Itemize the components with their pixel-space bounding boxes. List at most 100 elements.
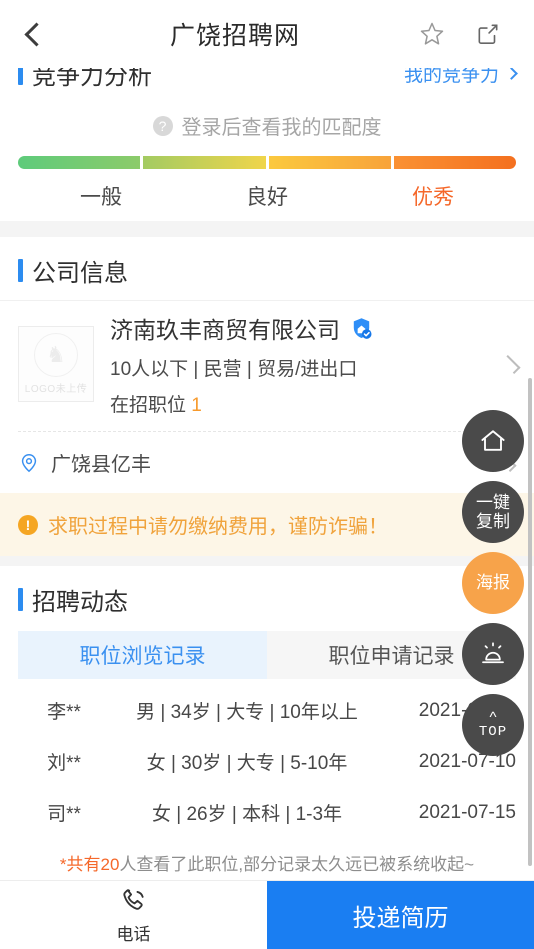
tab-browse-records[interactable]: 职位浏览记录 — [18, 631, 267, 679]
company-title-wrap: 公司信息 — [18, 253, 516, 288]
bottom-action-bar: 电话 投递简历 — [0, 880, 534, 949]
share-button[interactable] — [460, 0, 516, 68]
header-actions — [404, 0, 534, 68]
section-divider — [0, 556, 534, 566]
match-hint-row: ? 登录后查看我的匹配度 — [0, 97, 534, 152]
record-info: 男 | 34岁 | 大专 | 10年以上 — [136, 702, 358, 723]
fab-back-to-top-button[interactable]: ^ TOP — [462, 694, 524, 756]
fraud-warning-text: 求职过程中请勿缴纳费用，谨防诈骗！ — [48, 516, 388, 538]
phone-call-icon — [122, 889, 144, 910]
app-screen: 广饶招聘网 竞争力分析 我的竞争力 ? 登录后查看我的匹配度 一般 良好 优秀 … — [0, 0, 534, 949]
company-details: 济南玖丰商贸有限公司 10人以下 | 民营 | 贸易/进出口 在招职位 1 — [110, 311, 502, 417]
alert-circle-icon: ! — [18, 514, 38, 535]
home-icon — [481, 430, 505, 451]
chevron-right-icon — [505, 68, 518, 80]
company-open-jobs: 在招职位 1 — [110, 390, 502, 417]
footnote-count: 20 — [100, 855, 120, 874]
record-name: 李** — [47, 702, 81, 723]
company-logo-placeholder: ♞ LOGO未上传 — [18, 326, 94, 402]
recruitment-dynamics-card: 招聘动态 职位浏览记录 职位申请记录 李** 男 | 34岁 | 大专 | 10… — [0, 566, 534, 880]
fab-copy-labels: 一键 复制 — [476, 493, 510, 531]
star-outline-icon — [420, 22, 444, 45]
back-button[interactable] — [0, 0, 66, 68]
fraud-warning-banner: ! 求职过程中请勿缴纳费用，谨防诈骗！ — [0, 493, 534, 556]
phone-button[interactable]: 电话 — [0, 881, 267, 949]
gradient-segment-2 — [143, 156, 266, 169]
dynamics-tabs: 职位浏览记录 职位申请记录 — [18, 631, 516, 679]
competitiveness-card: 竞争力分析 我的竞争力 ? 登录后查看我的匹配度 一般 良好 优秀 — [0, 68, 534, 221]
section-divider — [0, 221, 534, 237]
logo-emblem-icon: ♞ — [34, 333, 78, 377]
accent-bar — [18, 68, 23, 85]
gradient-segment-1 — [18, 156, 141, 169]
company-section-header: 公司信息 — [0, 237, 534, 300]
fab-poster-label: 海报 — [476, 573, 510, 593]
alarm-light-icon — [482, 642, 504, 664]
company-address: 广饶县亿丰 — [51, 454, 151, 476]
table-row: 刘** 女 | 30岁 | 大专 | 5-10年 2021-07-10 — [18, 736, 516, 787]
open-jobs-label: 在招职位 — [110, 395, 187, 416]
table-row: 司** 女 | 26岁 | 本科 | 1-3年 2021-07-15 — [18, 787, 516, 838]
open-jobs-count: 1 — [191, 395, 202, 416]
fab-top-content: ^ TOP — [479, 710, 507, 741]
my-competitiveness-link[interactable]: 我的竞争力 — [403, 68, 518, 87]
my-competitiveness-label: 我的竞争力 — [403, 68, 499, 86]
footnote-suffix: 人查看了此职位,部分记录太久远已被系统收起~ — [119, 855, 475, 874]
record-info: 女 | 30岁 | 大专 | 5-10年 — [146, 753, 348, 774]
match-hint-text: 登录后查看我的匹配度 — [181, 117, 382, 139]
record-name: 司** — [47, 804, 81, 825]
company-meta: 10人以下 | 民营 | 贸易/进出口 — [110, 359, 358, 380]
company-row[interactable]: ♞ LOGO未上传 济南玖丰商贸有限公司 10人以下 | 民营 | 贸易/进出口 — [0, 300, 534, 431]
company-section-title: 公司信息 — [32, 260, 128, 287]
fab-alarm-button[interactable] — [462, 623, 524, 685]
gradient-segment-3 — [268, 156, 391, 169]
competitiveness-gradient-bar — [18, 156, 516, 169]
vertical-scrollbar[interactable] — [528, 378, 532, 866]
fab-copy-label-line1: 一键 — [476, 492, 510, 512]
dynamics-section-title: 招聘动态 — [32, 589, 128, 616]
accent-bar — [18, 588, 23, 611]
company-name: 济南玖丰商贸有限公司 — [110, 317, 340, 343]
floating-action-buttons: 一键 复制 海报 ^ TOP — [462, 410, 524, 756]
record-date: 2021-07-15 — [418, 801, 516, 823]
verified-shield-icon — [353, 317, 372, 339]
fab-top-label: TOP — [478, 723, 508, 740]
record-name: 刘** — [47, 753, 81, 774]
level-label-good: 良好 — [246, 186, 288, 209]
fab-home-button[interactable] — [462, 410, 524, 472]
question-circle-icon[interactable]: ? — [152, 115, 173, 136]
location-pin-icon — [21, 453, 37, 472]
level-label-excellent: 优秀 — [412, 186, 454, 209]
chevron-left-icon — [23, 21, 49, 47]
chevron-up-icon: ^ — [489, 708, 497, 726]
competitiveness-title-wrap: 竞争力分析 — [18, 68, 152, 91]
fab-poster-button[interactable]: 海报 — [462, 552, 524, 614]
page-title: 广饶招聘网 — [169, 22, 300, 50]
apply-button[interactable]: 投递简历 — [267, 881, 534, 949]
share-box-icon — [478, 24, 498, 45]
company-address-row[interactable]: 广饶县亿丰 — [18, 431, 517, 493]
company-name-line: 济南玖丰商贸有限公司 — [110, 311, 502, 345]
level-label-average: 一般 — [80, 186, 122, 209]
chevron-right-icon — [501, 354, 521, 374]
accent-bar — [18, 259, 23, 282]
favorite-button[interactable] — [404, 0, 460, 68]
gradient-segment-4 — [393, 156, 516, 169]
fab-one-click-copy-button[interactable]: 一键 复制 — [462, 481, 524, 543]
company-info-card: 公司信息 ♞ LOGO未上传 济南玖丰商贸有限公司 10人以下 | 民营 | 贸… — [0, 237, 534, 493]
phone-button-label: 电话 — [116, 925, 151, 944]
app-header: 广饶招聘网 — [0, 0, 534, 68]
records-footnote: *共有20人查看了此职位,部分记录太久远已被系统收起~ — [18, 838, 516, 880]
dynamics-title-wrap: 招聘动态 — [18, 582, 516, 617]
records-table: 李** 男 | 34岁 | 大专 | 10年以上 2021-07-16 刘** … — [0, 679, 534, 880]
logo-placeholder-text: LOGO未上传 — [24, 384, 88, 395]
competitiveness-level-labels: 一般 良好 优秀 — [18, 181, 516, 211]
competitiveness-title: 竞争力分析 — [32, 68, 152, 90]
page-scroll-area[interactable]: 竞争力分析 我的竞争力 ? 登录后查看我的匹配度 一般 良好 优秀 公司信息 ♞… — [0, 68, 534, 880]
record-info: 女 | 26岁 | 本科 | 1-3年 — [151, 804, 343, 825]
dynamics-section-header: 招聘动态 — [0, 566, 534, 627]
footnote-prefix: *共有 — [59, 855, 101, 874]
fab-copy-label-line2: 复制 — [476, 512, 510, 531]
table-row: 李** 男 | 34岁 | 大专 | 10年以上 2021-07-16 — [18, 685, 516, 736]
competitiveness-header: 竞争力分析 我的竞争力 — [0, 68, 534, 97]
